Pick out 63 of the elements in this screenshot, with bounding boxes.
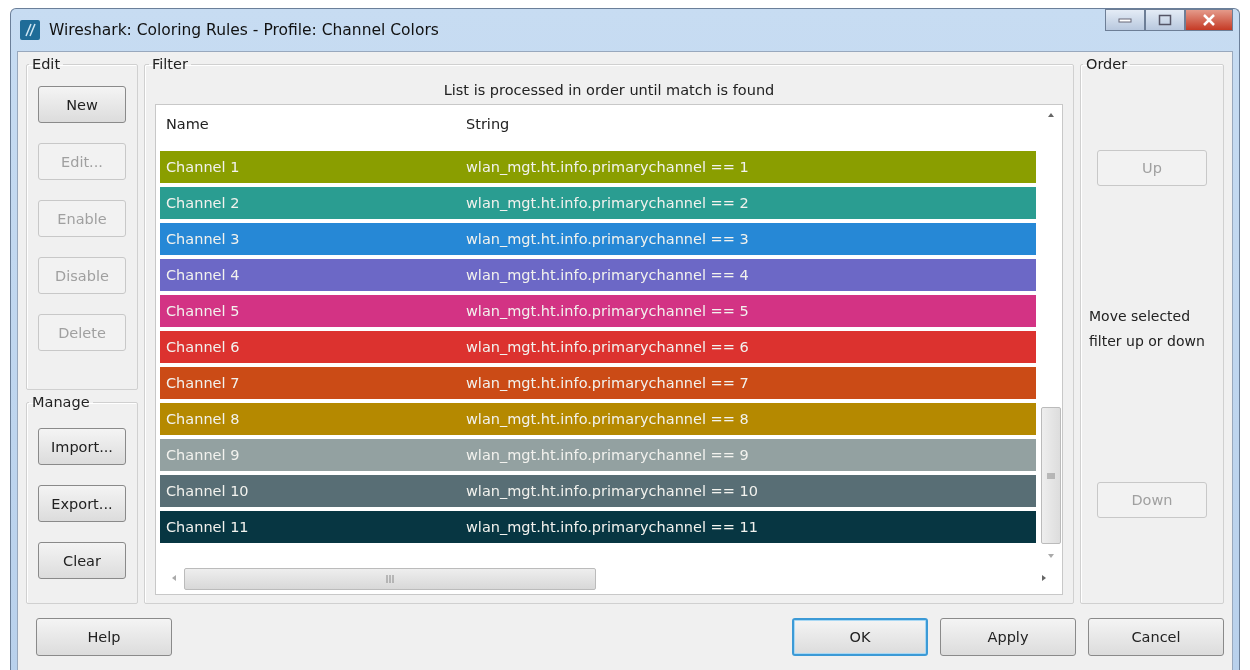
close-icon (1202, 14, 1216, 26)
rule-name: Channel 1 (165, 159, 241, 175)
app-icon (19, 19, 41, 41)
rule-row[interactable]: Channel 2 wlan_mgt.ht.info.primarychannel == 2 (160, 187, 1036, 219)
minimize-icon (1118, 17, 1132, 23)
rule-row[interactable]: Channel 9 wlan_mgt.ht.info.primarychannel == 9 (160, 439, 1036, 471)
rule-string: wlan_mgt.ht.info.primarychannel == 5 (466, 303, 750, 319)
rule-string: wlan_mgt.ht.info.primarychannel == 2 (466, 195, 750, 211)
rule-string: wlan_mgt.ht.info.primarychannel == 7 (466, 375, 750, 391)
rule-row[interactable]: Channel 3 wlan_mgt.ht.info.primarychannel == 3 (160, 223, 1036, 255)
edit-action-button[interactable]: New (38, 86, 126, 123)
group-title: Filter (151, 56, 189, 72)
scroll-right-icon[interactable] (1040, 573, 1048, 583)
rule-row[interactable]: Channel 8 wlan_mgt.ht.info.primarychannel == 8 (160, 403, 1036, 435)
group-title: Edit (31, 56, 62, 72)
rule-name: Channel 6 (165, 339, 241, 355)
rule-name: Channel 5 (165, 303, 241, 319)
rule-name: Channel 8 (165, 411, 241, 427)
grip-icon (384, 574, 396, 584)
scroll-left-icon[interactable] (170, 573, 178, 583)
rule-row[interactable]: Channel 6 wlan_mgt.ht.info.primarychannel == 6 (160, 331, 1036, 363)
rule-row[interactable]: Channel 11 wlan_mgt.ht.info.primarychannel == 11 (160, 511, 1036, 543)
rule-row[interactable]: Channel 7 wlan_mgt.ht.info.primarychannel == 7 (160, 367, 1036, 399)
minimize-button[interactable] (1105, 9, 1145, 31)
rule-row[interactable]: Channel 10 wlan_mgt.ht.info.primarychannel == 10 (160, 475, 1036, 507)
rule-string: wlan_mgt.ht.info.primarychannel == 1 (466, 159, 750, 175)
scroll-down-icon[interactable] (1046, 552, 1056, 560)
column-header[interactable]: Name (160, 116, 466, 132)
rule-row[interactable]: Channel 1 wlan_mgt.ht.info.primarychannel == 1 (160, 151, 1036, 183)
rule-name: Channel 2 (165, 195, 241, 211)
dialog-button[interactable]: Cancel (1088, 618, 1224, 656)
dialog-button[interactable]: Apply (940, 618, 1076, 656)
rule-row[interactable]: Channel 4 wlan_mgt.ht.info.primarychannel == 4 (160, 259, 1036, 291)
group-title: Manage (31, 394, 91, 410)
grip-icon (1046, 470, 1056, 481)
rule-string: wlan_mgt.ht.info.primarychannel == 10 (466, 483, 759, 499)
close-button[interactable] (1185, 9, 1233, 31)
maximize-icon (1158, 14, 1172, 26)
manage-action-button[interactable]: Clear (38, 542, 126, 579)
window-title: Wireshark: Coloring Rules - Profile: Channel Colors (49, 21, 440, 39)
rule-string: wlan_mgt.ht.info.primarychannel == 3 (466, 231, 750, 247)
maximize-button[interactable] (1145, 9, 1185, 31)
scroll-up-icon[interactable] (1046, 111, 1056, 119)
rule-string: wlan_mgt.ht.info.primarychannel == 9 (466, 447, 750, 463)
rule-string: wlan_mgt.ht.info.primarychannel == 11 (466, 519, 759, 535)
rule-name: Channel 7 (165, 375, 241, 391)
rule-string: wlan_mgt.ht.info.primarychannel == 4 (466, 267, 750, 283)
manage-action-button[interactable]: Import... (38, 428, 126, 465)
dialog-button[interactable]: Help (36, 618, 172, 656)
rule-name: Channel 10 (165, 483, 250, 499)
rule-name: Channel 11 (165, 519, 250, 535)
rule-string: wlan_mgt.ht.info.primarychannel == 8 (466, 411, 750, 427)
rule-row[interactable]: Channel 5 wlan_mgt.ht.info.primarychannel == 5 (160, 295, 1036, 327)
rule-name: Channel 9 (165, 447, 241, 463)
list-note: List is processed in order until match is found (442, 82, 776, 98)
column-header[interactable]: String (466, 116, 1036, 132)
order-hint: Move selected filter up or down (1089, 307, 1206, 351)
rule-name: Channel 4 (165, 267, 241, 283)
dialog-button[interactable]: OK (792, 618, 928, 656)
manage-action-button[interactable]: Export... (38, 485, 126, 522)
rule-name: Channel 3 (165, 231, 241, 247)
group-title: Order (1085, 56, 1129, 72)
rule-string: wlan_mgt.ht.info.primarychannel == 6 (466, 339, 750, 355)
